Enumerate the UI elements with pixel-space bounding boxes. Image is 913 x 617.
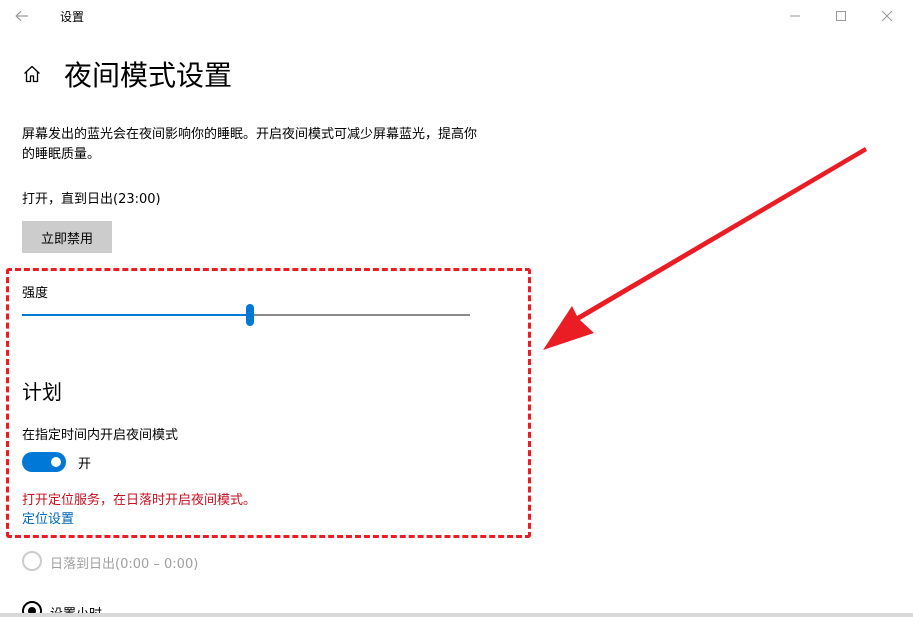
schedule-heading: 计划 [22, 380, 62, 404]
radio-sunset-to-sunrise[interactable] [22, 551, 42, 571]
close-icon [881, 10, 893, 22]
maximize-icon [836, 11, 846, 21]
annotation-arrow-icon [543, 147, 867, 350]
home-button[interactable] [20, 62, 44, 86]
night-light-description: 屏幕发出的蓝光会在夜间影响你的睡眠。开启夜间模式可减少屏幕蓝光，提高你的睡眠质量… [22, 127, 478, 162]
location-settings-link[interactable]: 定位设置 [22, 508, 74, 527]
radio-sunset-label: 日落到日出(0:00 – 0:00) [50, 557, 199, 572]
minimize-icon [790, 15, 800, 17]
window-bottom-edge [0, 613, 913, 617]
page-title: 夜间模式设置 [64, 59, 233, 92]
schedule-toggle-label: 在指定时间内开启夜间模式 [22, 428, 179, 443]
slider-fill [22, 314, 251, 316]
back-button[interactable] [8, 3, 36, 29]
home-icon [24, 65, 40, 83]
toggle-state-label: 开 [78, 457, 92, 472]
settings-window: 设置 夜间模式设置 屏幕发出的蓝光会在夜间影响你的睡眠。开启夜间模式可减少屏幕蓝… [0, 0, 913, 617]
app-title: 设置 [60, 10, 85, 24]
strength-slider[interactable] [22, 303, 470, 327]
disable-now-button[interactable]: 立即禁用 [22, 221, 112, 253]
toggle-knob [51, 457, 61, 467]
maximize-button[interactable] [818, 0, 864, 32]
schedule-toggle[interactable] [22, 452, 66, 472]
location-warning: 打开定位服务，在日落时开启夜间模式。 [22, 493, 257, 508]
night-light-status: 打开，直到日出(23:00) [22, 192, 161, 207]
close-button[interactable] [864, 0, 910, 32]
minimize-button[interactable] [772, 0, 818, 32]
back-arrow-icon [15, 10, 28, 22]
slider-thumb[interactable] [246, 304, 255, 326]
strength-label: 强度 [22, 286, 49, 301]
title-bar: 设置 [0, 0, 913, 32]
